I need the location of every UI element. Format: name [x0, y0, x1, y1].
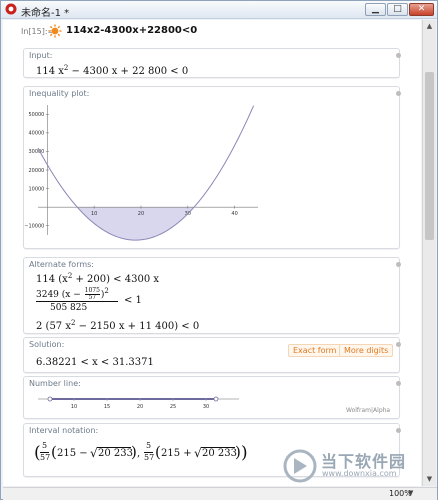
y-tick-label: 20000: [28, 168, 44, 174]
number-line-tick: 10: [71, 404, 77, 410]
x-tick-label: 20: [138, 211, 144, 217]
pod-title: Alternate forms:: [29, 260, 94, 269]
solution-expression: 6.38221 < x < 31.3371: [36, 357, 154, 368]
pod-title: Inequality plot:: [29, 89, 90, 98]
alternate-forms-pod: Alternate forms: 114 (x2 + 200) < 4300 x…: [23, 257, 401, 334]
x-tick-label: 40: [231, 211, 237, 217]
pod-title: Number line:: [29, 379, 81, 388]
alternate-form-2: 3249 (x − 1075 57)2 505 825 < 1: [36, 287, 142, 313]
number-line-tick: 20: [137, 404, 143, 410]
watermark-url: www.downxia.com: [322, 469, 397, 478]
chevron-down-icon[interactable]: ▼: [408, 489, 413, 497]
pod-menu-icon[interactable]: [396, 53, 401, 58]
exact-form-button[interactable]: Exact form: [288, 344, 342, 357]
solution-pod: Solution: Exact form More digits 6.38221…: [23, 337, 401, 373]
x-tick-label: 10: [91, 211, 97, 217]
status-bar: 100% ▼: [3, 487, 437, 500]
y-tick-label: −10000: [24, 224, 44, 230]
input-pod: Input: 114 x2 − 4300 x + 22 800 < 0: [23, 48, 401, 78]
pod-title: Solution:: [29, 340, 65, 349]
y-tick-label: 10000: [28, 186, 44, 192]
watermark: 当下软件园 www.downxia.com: [281, 447, 421, 487]
app-window: 未命名-1 * ▁ □ ✕ In[15]:= 114x2-4300x+22800…: [0, 0, 438, 500]
vertical-scrollbar[interactable]: ▲ ▼: [422, 20, 436, 486]
scrollbar-thumb[interactable]: [425, 72, 434, 240]
notebook-content: In[15]:= 114x2-4300x+22800<0 Input: 114 …: [3, 20, 421, 486]
close-button[interactable]: ✕: [409, 3, 434, 16]
wolfram-credit: Wolfram|Alpha: [346, 407, 391, 414]
input-row: In[15]:= 114x2-4300x+22800<0: [3, 20, 421, 45]
y-tick-label: 40000: [28, 131, 44, 137]
interval-expression: ( 5 57 ( 215 − √ 20 233 ) , 5 57 ( 215 +…: [34, 441, 248, 463]
y-tick-label: 50000: [28, 112, 44, 118]
input-expression: 114 x2 − 4300 x + 22 800 < 0: [36, 64, 189, 77]
pod-menu-icon[interactable]: [396, 91, 401, 96]
pod-menu-icon[interactable]: [396, 381, 401, 386]
inequality-plot: 10 20 30 40−100001000020000300004000050000: [24, 105, 258, 241]
pod-menu-icon[interactable]: [396, 262, 401, 267]
pod-title: Input:: [29, 51, 53, 60]
minimize-button[interactable]: ▁: [365, 3, 386, 16]
number-line-tick: 30: [203, 404, 209, 410]
watermark-logo-icon: [283, 449, 317, 483]
inequality-plot-pod: Inequality plot: 10 20 30 40 −10000 10000 2000…: [23, 86, 401, 249]
window-title: 未命名-1 *: [21, 8, 70, 19]
maximize-button[interactable]: □: [387, 3, 408, 16]
number-line-tick: 15: [104, 404, 110, 410]
number-line: 10 15 20 25 30: [38, 396, 239, 410]
pod-title: Interval notation:: [29, 426, 99, 435]
title-bar: 未命名-1 * ▁ □ ✕: [1, 1, 437, 19]
scroll-down-icon[interactable]: ▼: [423, 473, 436, 486]
app-icon: [5, 3, 17, 15]
query-input[interactable]: 114x2-4300x+22800<0: [66, 25, 197, 36]
number-line-pod: Number line: 10 15 20 25 30 Wolfram|Alph…: [23, 376, 401, 419]
pod-menu-icon[interactable]: [396, 342, 401, 347]
pod-menu-icon[interactable]: [396, 428, 401, 433]
more-digits-button[interactable]: More digits: [339, 344, 394, 357]
number-line-tick: 25: [170, 404, 176, 410]
scroll-up-icon[interactable]: ▲: [423, 20, 436, 33]
alternate-form-3: 2 (57 x2 − 2150 x + 11 400) < 0: [36, 319, 200, 332]
wolfram-sun-icon: [48, 24, 62, 38]
alternate-form-1: 114 (x2 + 200) < 4300 x: [36, 272, 160, 285]
